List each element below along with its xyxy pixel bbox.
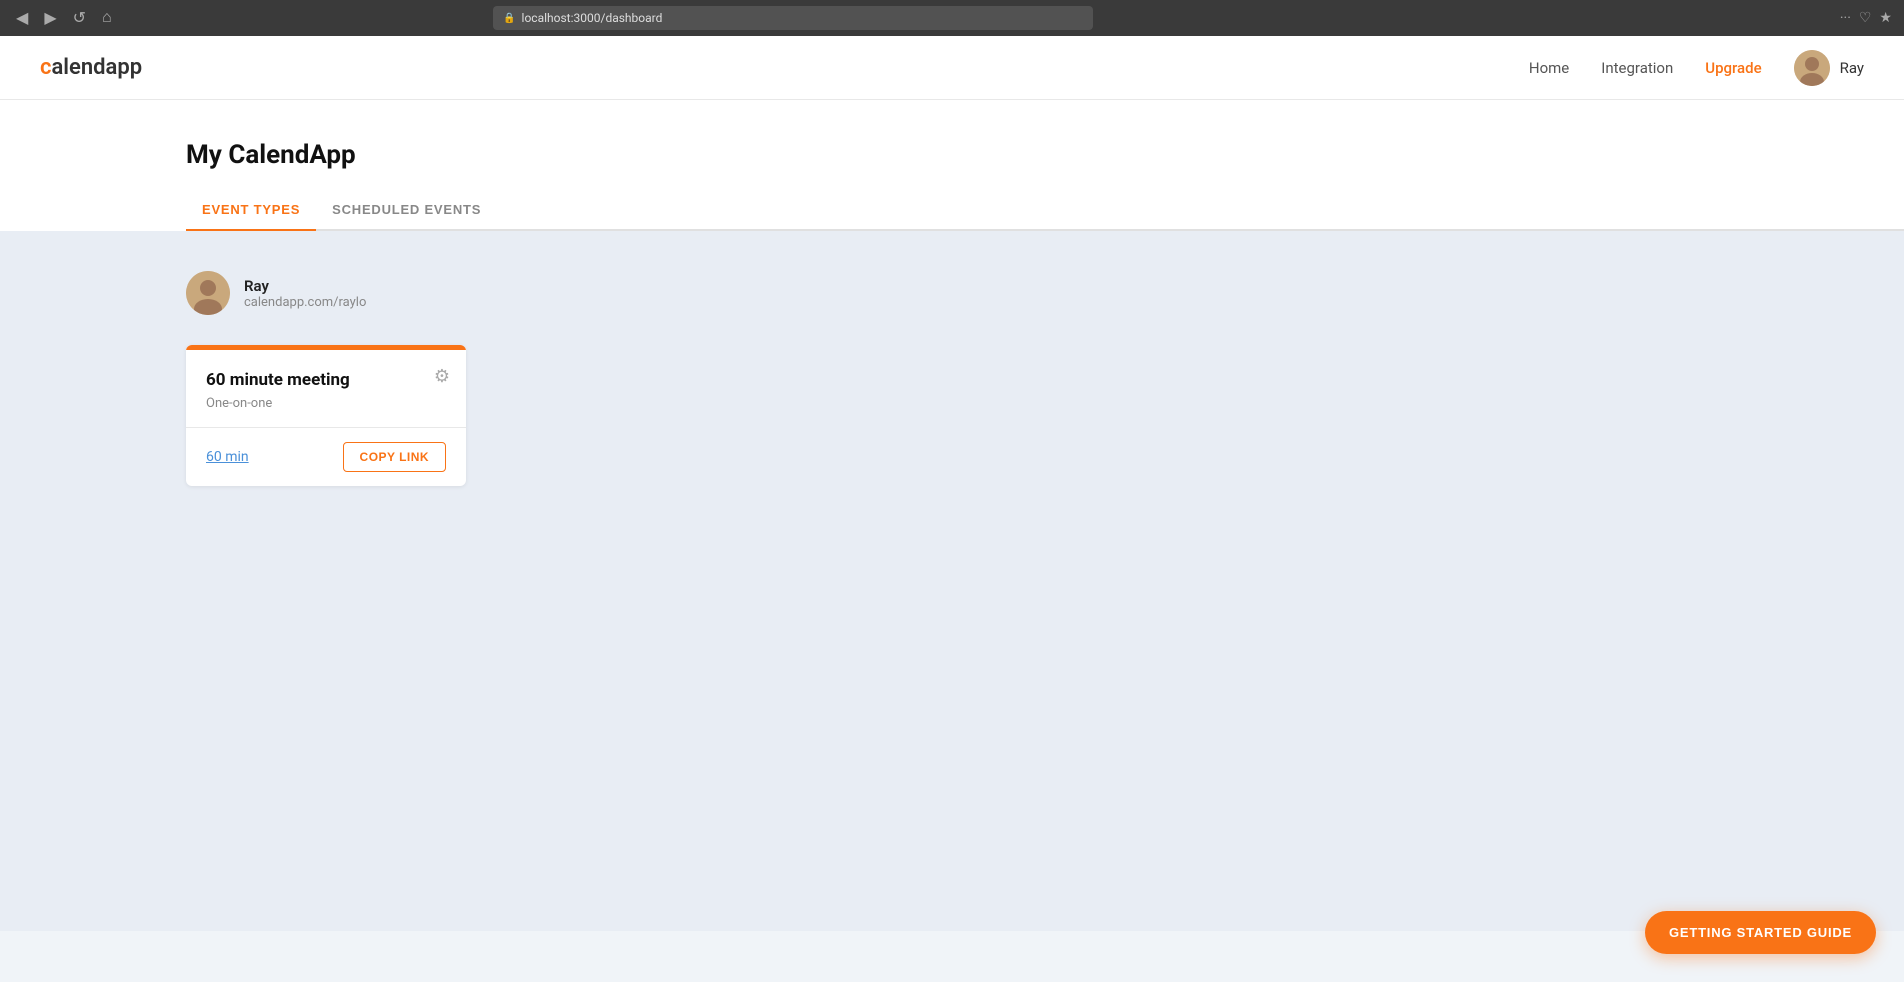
event-card-footer: 60 min COPY LINK xyxy=(186,428,466,486)
address-url: localhost:3000/dashboard xyxy=(522,11,663,25)
nav-home[interactable]: Home xyxy=(1529,59,1569,77)
copy-link-button[interactable]: COPY LINK xyxy=(343,442,446,472)
more-icon[interactable]: ··· xyxy=(1840,10,1851,26)
event-card-duration-link[interactable]: 60 min xyxy=(206,449,249,465)
profile-name: Ray xyxy=(244,277,366,295)
profile-info: Ray calendapp.com/raylo xyxy=(244,277,366,310)
nav-upgrade[interactable]: Upgrade xyxy=(1705,59,1761,77)
page-header: My CalendApp EVENT TYPES SCHEDULED EVENT… xyxy=(0,140,1904,231)
back-button[interactable]: ◀ xyxy=(12,6,32,30)
navbar-username: Ray xyxy=(1840,59,1864,77)
page-title: My CalendApp xyxy=(186,140,1904,170)
event-card-subtitle: One-on-one xyxy=(206,396,446,411)
page-container: My CalendApp EVENT TYPES SCHEDULED EVENT… xyxy=(0,100,1904,931)
navbar-avatar[interactable] xyxy=(1794,50,1830,86)
content-area: Ray calendapp.com/raylo ⚙ 60 minute meet… xyxy=(0,231,1904,931)
logo-text-app: app xyxy=(106,55,143,80)
browser-right-icons: ··· ♡ ★ xyxy=(1840,10,1892,26)
event-card: ⚙ 60 minute meeting One-on-one 60 min CO… xyxy=(186,345,466,486)
star-icon[interactable]: ★ xyxy=(1879,10,1892,26)
logo-text-calend: alend xyxy=(51,55,105,80)
tab-event-types[interactable]: EVENT TYPES xyxy=(186,190,316,229)
browser-chrome: ◀ ▶ ↺ ⌂ 🔒 localhost:3000/dashboard ··· ♡… xyxy=(0,0,1904,36)
event-card-body: ⚙ 60 minute meeting One-on-one xyxy=(186,350,466,427)
profile-avatar xyxy=(186,271,230,315)
tab-scheduled-events[interactable]: SCHEDULED EVENTS xyxy=(316,190,497,229)
logo-highlight: c xyxy=(40,55,51,80)
home-button[interactable]: ⌂ xyxy=(98,7,116,29)
app-logo[interactable]: calendapp xyxy=(40,55,142,80)
forward-button[interactable]: ▶ xyxy=(40,6,60,30)
bookmark-icon[interactable]: ♡ xyxy=(1859,10,1872,26)
profile-url: calendapp.com/raylo xyxy=(244,295,366,310)
navbar: calendapp Home Integration Upgrade Ray xyxy=(0,36,1904,100)
tabs-container: EVENT TYPES SCHEDULED EVENTS xyxy=(186,190,1904,231)
nav-integration[interactable]: Integration xyxy=(1601,59,1673,77)
navbar-nav: Home Integration Upgrade xyxy=(1529,59,1762,77)
reload-button[interactable]: ↺ xyxy=(69,6,90,30)
getting-started-button[interactable]: GETTING STARTED GUIDE xyxy=(1645,911,1876,954)
user-profile-row: Ray calendapp.com/raylo xyxy=(186,271,1718,315)
navbar-user: Ray xyxy=(1794,50,1864,86)
event-card-title: 60 minute meeting xyxy=(206,370,446,390)
event-card-settings-button[interactable]: ⚙ xyxy=(434,366,450,387)
address-bar[interactable]: 🔒 localhost:3000/dashboard xyxy=(493,6,1093,30)
lock-icon: 🔒 xyxy=(503,13,515,24)
